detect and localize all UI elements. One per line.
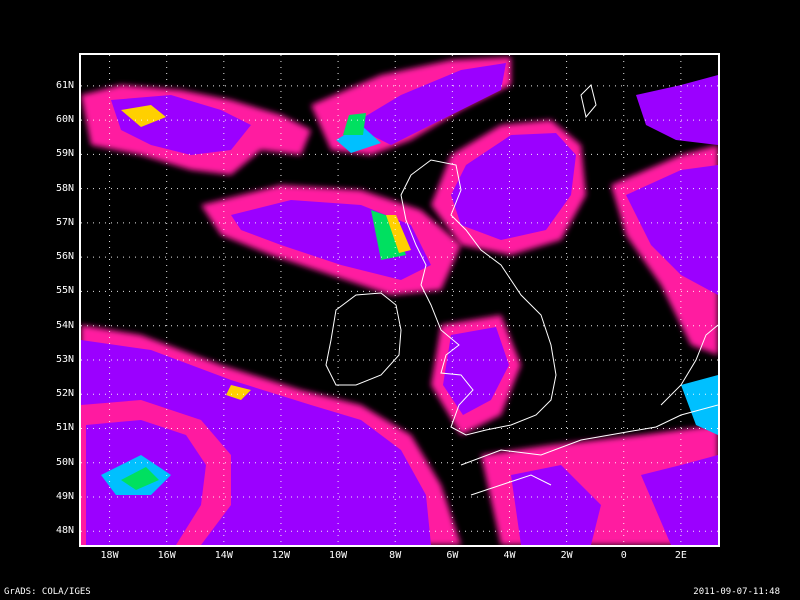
lat-label: 61N: [55, 79, 74, 91]
lon-label: 4W: [503, 550, 516, 561]
lat-label: 58N: [55, 182, 74, 194]
lon-label: 14W: [214, 550, 233, 561]
map-canvas: [81, 55, 718, 545]
lon-label: 8W: [389, 550, 402, 561]
footer-timestamp: 2011-09-07-11:48: [693, 587, 780, 597]
coastline-ireland: [325, 292, 402, 386]
lat-label: 51N: [55, 422, 74, 434]
coastline-shetland: [580, 84, 597, 119]
lon-label: 12W: [271, 550, 290, 561]
lat-label: 60N: [55, 114, 74, 126]
lat-label: 59N: [55, 148, 74, 160]
lat-label: 55N: [55, 285, 74, 297]
field-layer: [81, 57, 718, 545]
lat-label: 52N: [55, 388, 74, 400]
footer-credit: GrADS: COLA/IGES: [4, 587, 91, 597]
lat-label: 48N: [55, 525, 74, 537]
lon-label: 2E: [674, 550, 687, 561]
lat-label: 57N: [55, 216, 74, 228]
lon-label: 18W: [100, 550, 119, 561]
lon-label: 6W: [446, 550, 459, 561]
lat-label: 56N: [55, 251, 74, 263]
lon-label: 0: [620, 550, 627, 561]
lat-label: 50N: [55, 456, 74, 468]
lon-label: 2W: [560, 550, 573, 561]
lon-label: 16W: [157, 550, 176, 561]
field-band: [681, 375, 718, 435]
lon-label: 10W: [329, 550, 348, 561]
lat-label: 53N: [55, 353, 74, 365]
lat-label: 49N: [55, 491, 74, 503]
map-frame: [79, 53, 720, 547]
lat-label: 54N: [55, 319, 74, 331]
